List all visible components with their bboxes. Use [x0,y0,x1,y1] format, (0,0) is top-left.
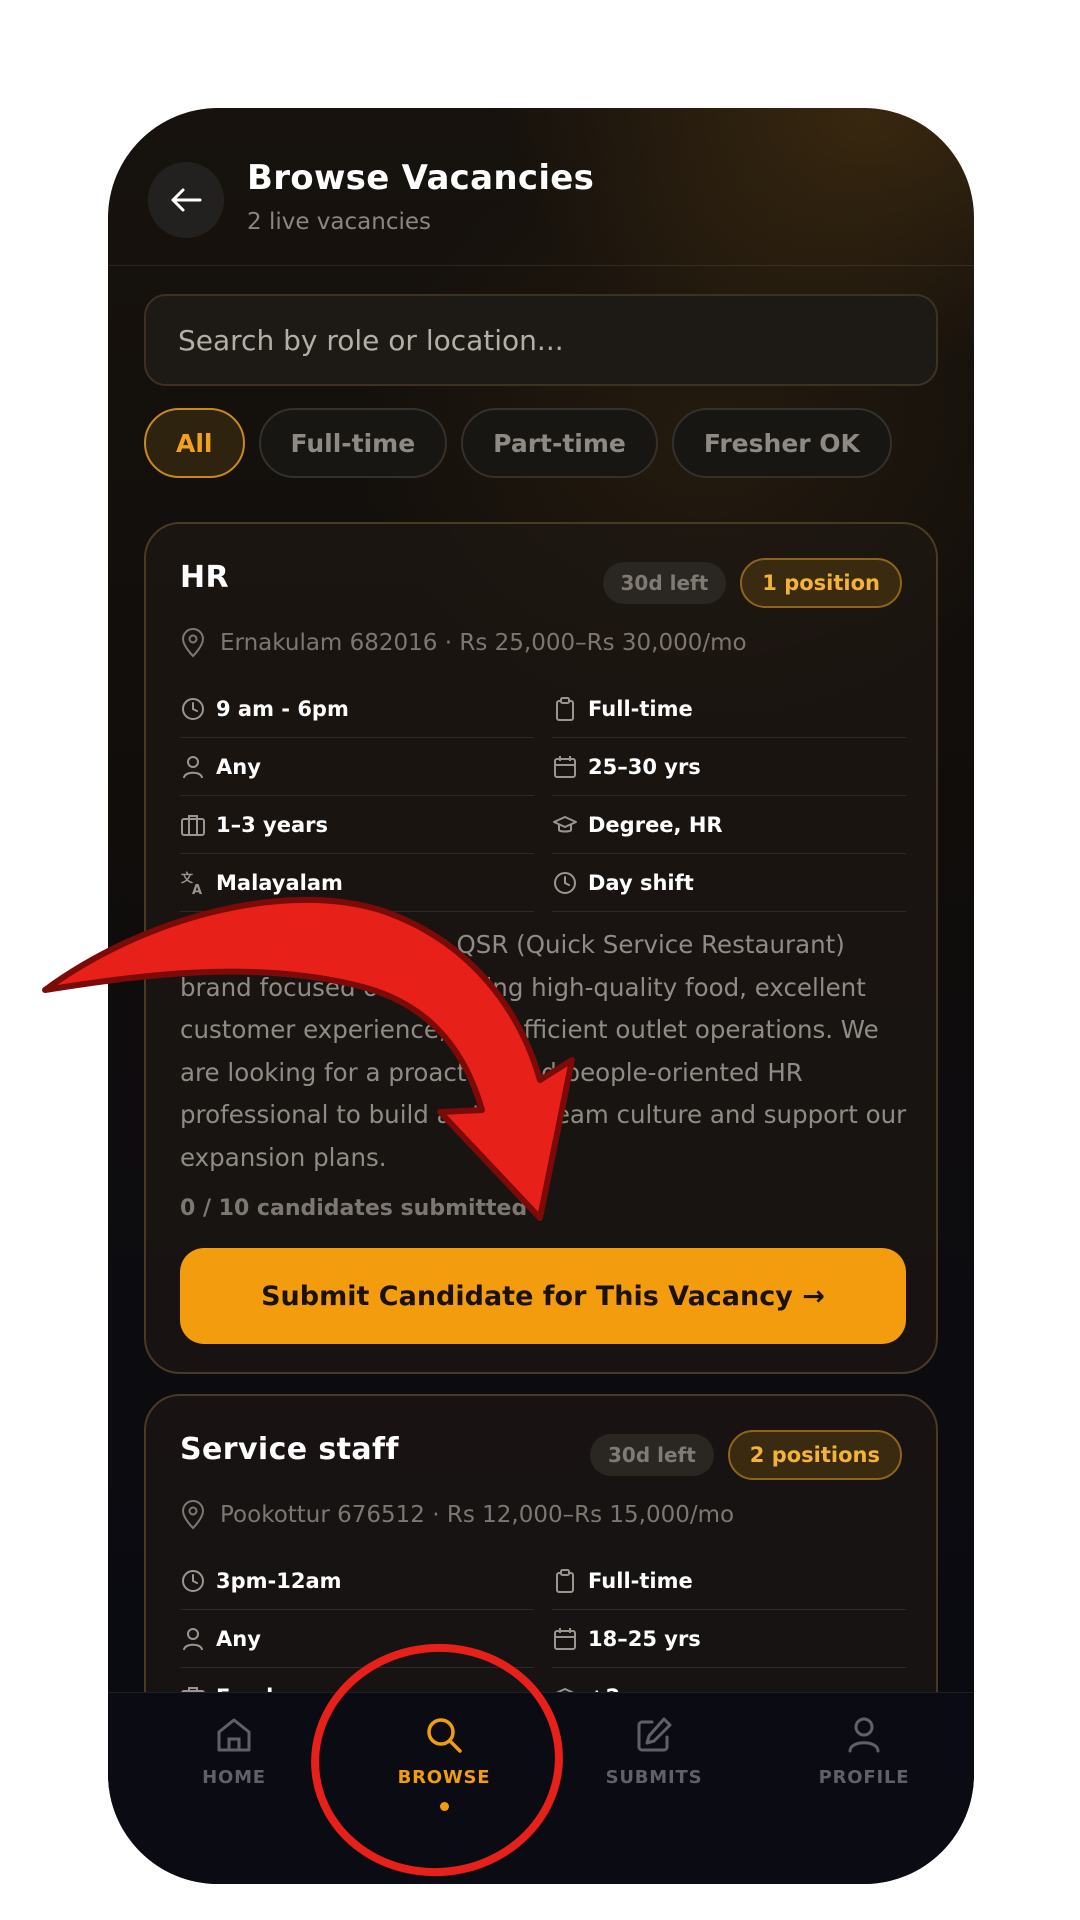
vacancy-card: HR 30d left 1 position Ernakulam 682016 … [144,522,938,1374]
detail-text: Malayalam [216,870,343,895]
filter-chips: All Full-time Part-time Fresher OK [144,408,892,480]
badges: 30d left 2 positions [590,1430,902,1480]
detail-text: 9 am - 6pm [216,696,349,721]
bottom-nav: HOME BROWSE SUBMITS PROFILE [108,1692,974,1884]
location-pin-icon [181,628,205,658]
filter-chip-full-time[interactable]: Full-time [258,408,448,478]
detail-text: 3pm-12am [216,1568,342,1593]
detail-language: 文A Malayalam [180,854,534,912]
clipboard-icon [556,1568,574,1593]
graduation-cap-icon [553,815,577,832]
nav-browse[interactable]: BROWSE [354,1713,534,1833]
detail-text: Any [216,1626,261,1651]
filter-chip-all[interactable]: All [144,408,245,478]
days-left-badge: 30d left [602,562,727,604]
detail-gender: Any [180,738,534,796]
clipboard-icon [556,696,574,721]
person-icon [183,1627,203,1650]
job-description: We are a fast-growing QSR (Quick Service… [180,930,907,1172]
detail-text: Full-time [588,1568,693,1593]
detail-timing: 3pm-12am [180,1552,534,1610]
detail-text: Degree, HR [588,812,723,837]
nav-profile[interactable]: PROFILE [774,1713,954,1833]
positions-badge: 1 position [740,558,902,608]
job-title: HR [180,560,230,595]
location-row: Pookottur 676512 · Rs 12,000–Rs 15,000/m… [180,1500,734,1530]
submit-candidate-label: Submit Candidate for This Vacancy → [261,1280,825,1312]
detail-qualification: Degree, HR [552,796,906,854]
clock-icon [182,1569,204,1592]
filter-chip-fresher-ok[interactable]: Fresher OK [671,408,892,478]
detail-timing: 9 am - 6pm [180,680,534,738]
calendar-icon [554,755,576,778]
clock-icon [182,697,204,720]
back-button[interactable] [148,162,224,238]
location-text: Ernakulam 682016 · Rs 25,000–Rs 30,000/m… [220,630,747,656]
detail-text: Day shift [588,870,694,895]
active-indicator-dot [439,1802,449,1811]
days-left-badge: 30d left [590,1434,714,1476]
nav-submits[interactable]: SUBMITS [564,1713,744,1833]
detail-age: 25–30 yrs [552,738,906,796]
detail-gender: Any [180,1610,534,1668]
edit-icon [637,1717,672,1752]
search-icon [427,1718,462,1753]
svg-text:A: A [192,883,202,896]
detail-text: 1–3 years [216,812,328,837]
submit-candidate-button[interactable]: Submit Candidate for This Vacancy → [180,1248,906,1344]
candidates-count: 0 / 10 candidates submitted [180,1196,528,1221]
arrow-left-icon [171,188,202,212]
translate-icon: 文A [181,870,202,896]
detail-text: Any [216,754,261,779]
details-grid: 9 am - 6pm Full-time Any 25–30 yrs 1–3 y… [180,680,906,912]
nav-home[interactable]: HOME [144,1713,324,1833]
person-icon [183,755,203,778]
badges: 30d left 1 position [602,558,902,608]
location-row: Ernakulam 682016 · Rs 25,000–Rs 30,000/m… [180,628,747,658]
nav-browse-label: BROWSE [397,1767,491,1788]
page-subtitle: 2 live vacancies [247,209,431,235]
detail-age: 18–25 yrs [552,1610,906,1668]
header: Browse Vacancies 2 live vacancies [108,108,974,266]
location-text: Pookottur 676512 · Rs 12,000–Rs 15,000/m… [220,1502,735,1528]
detail-text: 25–30 yrs [588,754,701,779]
search-input[interactable] [144,294,938,386]
detail-text: 18–25 yrs [588,1626,701,1651]
detail-text: Full-time [588,696,693,721]
detail-shift: Day shift [552,854,906,912]
detail-job-type: Full-time [552,680,906,738]
job-title: Service staff [180,1432,399,1467]
nav-submits-label: SUBMITS [605,1767,703,1788]
detail-job-type: Full-time [552,1552,906,1610]
user-icon [848,1717,880,1753]
detail-experience: 1–3 years [180,796,534,854]
phone-screen: Browse Vacancies 2 live vacancies All Fu… [108,108,974,1884]
positions-badge: 2 positions [727,1430,902,1480]
home-icon [217,1718,251,1752]
clock-icon [554,871,576,894]
briefcase-icon [181,814,205,836]
nav-profile-label: PROFILE [818,1767,910,1788]
location-pin-icon [181,1500,205,1530]
calendar-icon [554,1627,576,1650]
nav-home-label: HOME [202,1767,266,1788]
page-title: Browse Vacancies [247,158,595,198]
filter-chip-part-time[interactable]: Part-time [461,408,658,478]
